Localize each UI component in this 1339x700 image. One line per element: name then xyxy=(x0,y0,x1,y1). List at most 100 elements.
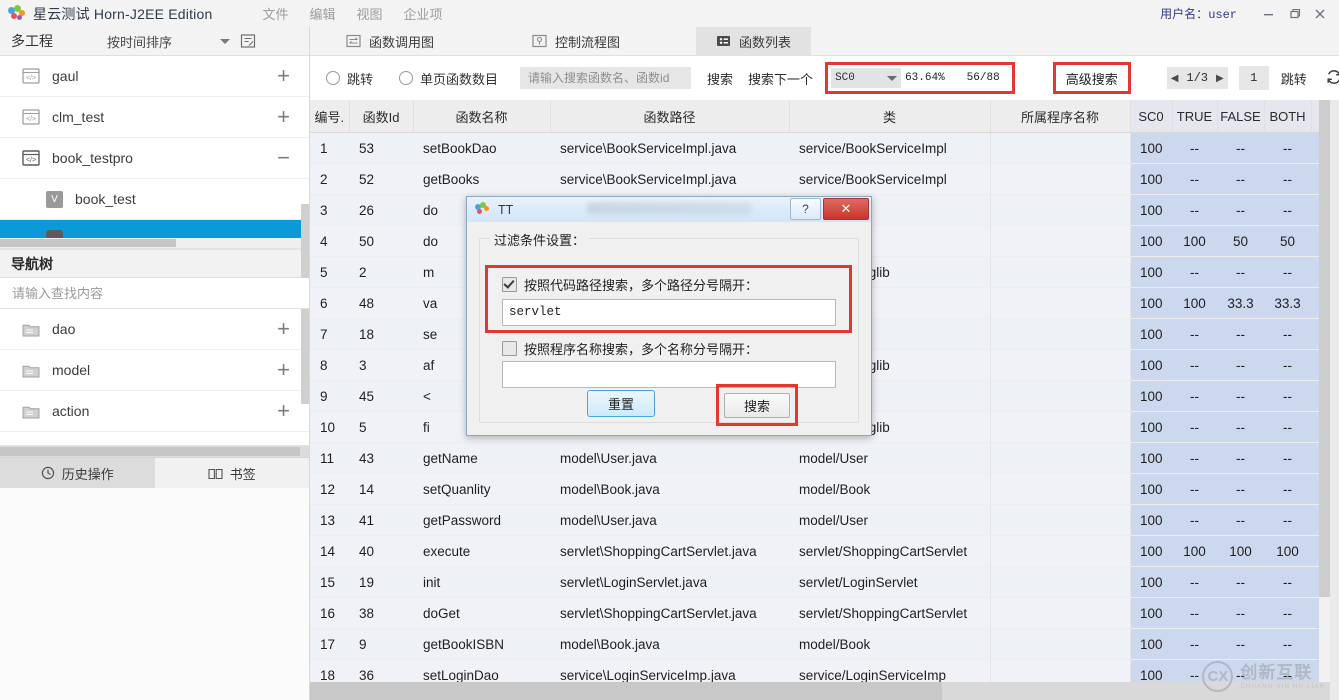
table-row[interactable]: 1519initservlet\LoginServlet.javaservlet… xyxy=(310,567,1339,598)
tab-bookmarks[interactable]: 书签 xyxy=(155,458,310,488)
help-icon[interactable]: ? xyxy=(790,198,821,220)
svg-text:</>: </> xyxy=(26,116,36,123)
scrollbar-thumb[interactable] xyxy=(0,239,176,247)
checkbox-row-program-name[interactable]: 按照程序名称搜索，多个名称分号隔开： xyxy=(502,339,758,358)
dialog-close-icon[interactable]: ✕ xyxy=(823,198,869,220)
scrollbar-thumb[interactable] xyxy=(1319,100,1330,597)
tab-function-list[interactable]: 函数列表 xyxy=(696,27,811,55)
table-hscrollbar[interactable] xyxy=(310,682,1330,700)
tab-control-flow-graph[interactable]: 控制流程图 xyxy=(512,27,640,55)
nav-tree-vscrollbar[interactable] xyxy=(301,309,309,404)
tree-item-dao[interactable]: dao + xyxy=(0,309,309,350)
tree-item-cookie[interactable]: cookie + xyxy=(0,432,309,446)
menu-item-file[interactable]: 文件 xyxy=(262,4,288,23)
checkbox-row-path[interactable]: 按照代码路径搜索，多个路径分号隔开： xyxy=(502,275,758,294)
col-header-sc0[interactable]: SC0 xyxy=(1130,100,1172,133)
project-list-vscrollbar[interactable] xyxy=(301,204,309,278)
coverage-type-select[interactable]: SC0 xyxy=(831,68,901,88)
scrollbar-thumb[interactable] xyxy=(0,447,300,456)
table-row[interactable]: 1638doGetservlet\ShoppingCartServlet.jav… xyxy=(310,598,1339,629)
project-row-book-test[interactable]: V book_test xyxy=(0,179,309,220)
row-no: 11 xyxy=(310,443,349,474)
expand-toggle-icon[interactable]: + xyxy=(277,359,290,381)
title-bar: 星云测试 Horn-J2EE Edition 文件 编辑 视图 企业项 用户名：… xyxy=(0,0,1339,28)
table-row[interactable]: 1341getPasswordmodel\User.javamodel/User… xyxy=(310,505,1339,536)
row-function-name: execute xyxy=(413,536,550,567)
tree-item-action[interactable]: action + xyxy=(0,391,309,432)
close-icon[interactable] xyxy=(1307,0,1333,27)
radio-single-page-count[interactable]: 单页函数数目 xyxy=(399,69,498,88)
col-header-false[interactable]: FALSE xyxy=(1217,100,1264,133)
table-row[interactable]: 1440executeservlet\ShoppingCartServlet.j… xyxy=(310,536,1339,567)
col-header-function-id[interactable]: 函数Id xyxy=(349,100,413,133)
col-header-function-name[interactable]: 函数名称 xyxy=(413,100,550,133)
search-button[interactable]: 搜索 xyxy=(707,69,733,88)
table-vscrollbar[interactable] xyxy=(1319,100,1330,682)
nav-tree-hscrollbar[interactable] xyxy=(0,446,309,457)
row-true: -- xyxy=(1172,319,1217,350)
checkbox-path-label: 按照代码路径搜索，多个路径分号隔开： xyxy=(524,275,758,294)
reset-button[interactable]: 重置 xyxy=(587,390,655,417)
checkbox-path-icon[interactable] xyxy=(502,277,517,292)
expand-toggle-icon[interactable]: + xyxy=(277,318,290,340)
row-function-id: 5 xyxy=(349,412,413,443)
add-project-icon[interactable] xyxy=(240,33,256,49)
table-row[interactable]: 1214setQuanlitymodel\Book.javamodel/Book… xyxy=(310,474,1339,505)
project-label: book_test xyxy=(75,191,136,207)
dialog-search-button[interactable]: 搜索 xyxy=(724,393,790,418)
expand-toggle-icon[interactable]: + xyxy=(277,400,290,422)
row-true: -- xyxy=(1172,567,1217,598)
sort-by-time-label[interactable]: 按时间排序 xyxy=(107,32,172,51)
search-input[interactable] xyxy=(520,67,691,89)
tab-call-graph[interactable]: 函数调用图 xyxy=(310,27,454,55)
selected-row-highlight[interactable] xyxy=(0,220,309,238)
collapse-toggle-icon[interactable]: − xyxy=(277,147,290,169)
col-header-program-name[interactable]: 所属程序名称 xyxy=(990,100,1130,133)
checkbox-program-name-icon[interactable] xyxy=(502,341,517,356)
project-label: clm_test xyxy=(52,109,104,125)
menu-item-edit[interactable]: 编辑 xyxy=(309,4,335,23)
tab-history[interactable]: 历史操作 xyxy=(0,458,155,488)
project-row-clm-test[interactable]: </> clm_test + xyxy=(0,97,309,138)
minimize-icon[interactable] xyxy=(1255,0,1281,27)
menu-item-view[interactable]: 视图 xyxy=(357,4,383,23)
row-no: 5 xyxy=(310,257,349,288)
jump-button[interactable]: 跳转 xyxy=(1281,69,1307,88)
project-row-book-testpro[interactable]: </> book_testpro − xyxy=(0,138,309,179)
chevron-left-icon[interactable]: ◀ xyxy=(1171,73,1179,84)
expand-toggle-icon[interactable]: + xyxy=(277,106,290,128)
table-row[interactable]: 179getBookISBNmodel\Book.javamodel/Book1… xyxy=(310,629,1339,660)
search-next-button[interactable]: 搜索下一个 xyxy=(748,69,813,88)
col-header-function-path[interactable]: 函数路径 xyxy=(550,100,789,133)
chevron-down-icon[interactable] xyxy=(220,39,230,44)
col-header-no[interactable]: 编号. xyxy=(310,100,349,133)
table-row[interactable]: 153setBookDaoservice\BookServiceImpl.jav… xyxy=(310,133,1339,164)
col-header-class[interactable]: 类 xyxy=(789,100,990,133)
project-row-gaul[interactable]: </> gaul + xyxy=(0,56,309,97)
row-both: -- xyxy=(1264,350,1311,381)
nav-search-input[interactable] xyxy=(0,279,309,307)
function-list-icon xyxy=(716,34,731,48)
table-row[interactable]: 252getBooksservice\BookServiceImpl.javas… xyxy=(310,164,1339,195)
path-filter-input[interactable] xyxy=(503,300,847,323)
chevron-down-icon[interactable] xyxy=(887,76,897,81)
advanced-search-button[interactable]: 高级搜索 xyxy=(1053,62,1131,94)
radio-jump[interactable]: 跳转 xyxy=(326,69,373,88)
expand-toggle-icon[interactable]: + xyxy=(277,65,290,87)
row-class: model/Book xyxy=(789,629,990,660)
project-list-hscrollbar[interactable] xyxy=(0,238,309,249)
page-number-input[interactable] xyxy=(1239,66,1269,90)
row-function-id: 3 xyxy=(349,350,413,381)
chevron-right-icon[interactable]: ▶ xyxy=(1216,73,1224,84)
refresh-icon[interactable] xyxy=(1325,68,1339,89)
tree-item-model[interactable]: model + xyxy=(0,350,309,391)
col-header-true[interactable]: TRUE xyxy=(1172,100,1217,133)
restore-icon[interactable] xyxy=(1281,0,1307,27)
row-both: 100 xyxy=(1264,536,1311,567)
row-no: 8 xyxy=(310,350,349,381)
menu-item-enterprise[interactable]: 企业项 xyxy=(404,4,443,23)
table-row[interactable]: 1143getNamemodel\User.javamodel/User100-… xyxy=(310,443,1339,474)
col-header-both[interactable]: BOTH xyxy=(1264,100,1311,133)
program-name-filter-input[interactable] xyxy=(503,362,847,385)
scrollbar-thumb[interactable] xyxy=(310,682,942,700)
